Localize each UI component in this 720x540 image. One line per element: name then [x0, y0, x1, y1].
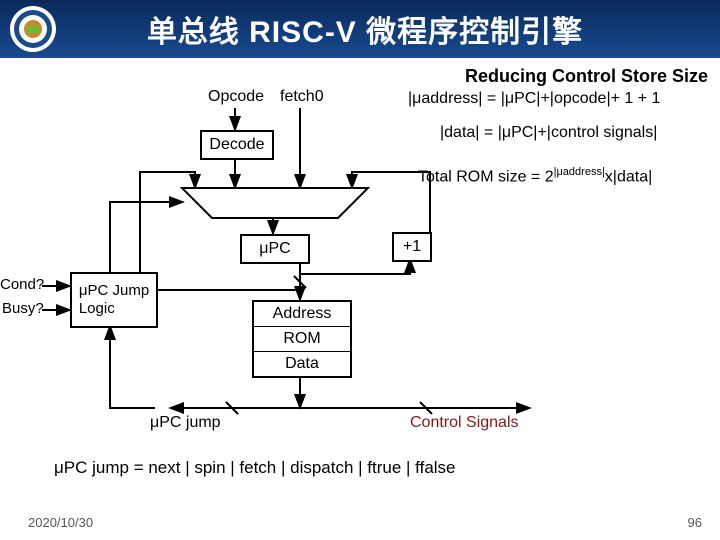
label-data: Data: [254, 352, 350, 376]
university-logo: [10, 6, 56, 52]
eq-romsize-b: x|data|: [605, 168, 652, 185]
footer-date: 2020/10/30: [28, 515, 93, 530]
eq-data: |data| = |μPC|+|control signals|: [440, 124, 657, 142]
slide-header: 单总线 RISC-V 微程序控制引擎: [0, 0, 720, 58]
block-plus1: +1: [392, 232, 432, 262]
diagram-stage: Opcode fetch0 Decode μPC +1 Address ROM …: [0, 58, 720, 540]
label-cond: Cond?: [0, 276, 44, 293]
label-busy: Busy?: [2, 300, 44, 317]
block-mux: [180, 186, 370, 225]
block-rom: Address ROM Data: [252, 300, 352, 378]
block-jump-logic: μPC JumpLogic: [70, 272, 158, 328]
eq-romsize: Total ROM size = 2|μaddress|x|data|: [418, 166, 652, 186]
label-control-signals: Control Signals: [410, 414, 519, 432]
eq-romsize-a: Total ROM size = 2: [418, 168, 554, 185]
slide-title: 单总线 RISC-V 微程序控制引擎: [56, 7, 674, 51]
block-upc: μPC: [240, 234, 310, 264]
label-rom: ROM: [254, 327, 350, 352]
label-address: Address: [254, 302, 350, 327]
block-decode: Decode: [200, 130, 274, 160]
label-jump-logic: μPC JumpLogic: [79, 282, 149, 318]
label-opcode: Opcode: [208, 88, 264, 106]
formula-upc-jump: μPC jump = next | spin | fetch | dispatc…: [54, 458, 456, 478]
label-plus1: +1: [403, 238, 421, 256]
label-upc: μPC: [259, 240, 290, 258]
label-fetch0: fetch0: [280, 88, 324, 106]
label-upc-jump: μPC jump: [150, 414, 221, 432]
label-decode: Decode: [209, 136, 264, 154]
footer-page: 96: [688, 515, 702, 530]
eq-uaddress: |μaddress| = |μPC|+|opcode|+ 1 + 1: [408, 90, 660, 108]
eq-romsize-sup: |μaddress|: [554, 166, 605, 178]
